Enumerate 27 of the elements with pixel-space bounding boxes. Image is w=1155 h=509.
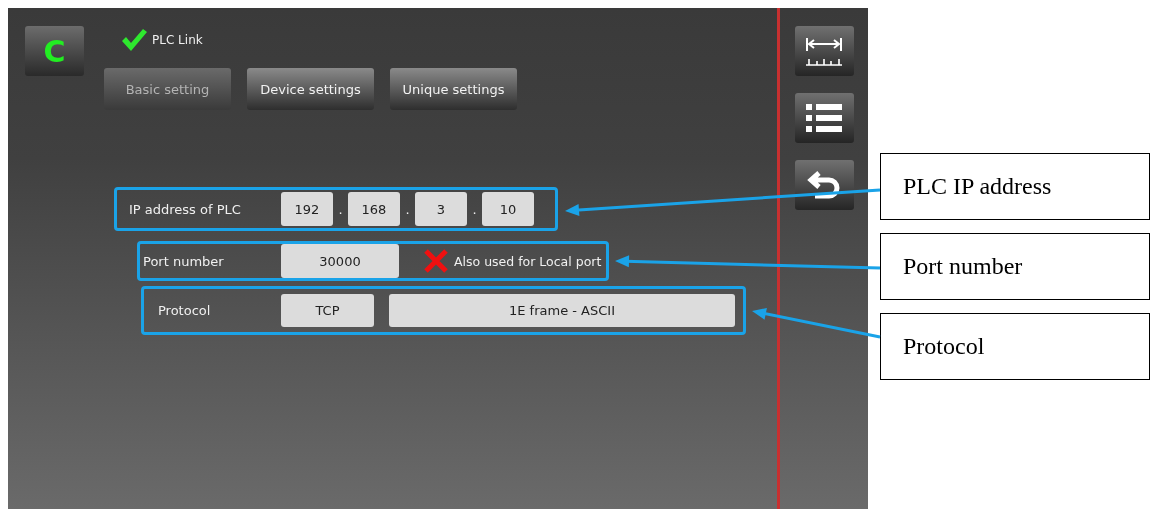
callout-label: Port number [880, 233, 1150, 300]
ip-octet-field[interactable]: 10 [482, 192, 534, 226]
ip-octet-field[interactable]: 3 [415, 192, 467, 226]
transport-button[interactable]: TCP [281, 294, 374, 327]
dot-separator: . [471, 201, 478, 217]
list-icon [806, 102, 842, 134]
callout-label: PLC IP address [880, 153, 1150, 220]
field-label: Protocol [158, 303, 212, 318]
local-port-label: Also used for Local port [454, 253, 602, 269]
settings-tab[interactable]: Unique settings [390, 68, 517, 110]
ruler-button[interactable] [794, 26, 854, 76]
back-button[interactable] [794, 160, 854, 210]
return-icon [807, 170, 841, 200]
callout-label: Protocol [880, 313, 1150, 380]
field-label: IP address of PLC [129, 201, 242, 217]
ruler-icon [804, 35, 844, 67]
frame-button[interactable]: 1E frame - ASCII [389, 294, 735, 327]
dot-separator: . [404, 201, 411, 217]
settings-tab[interactable]: Device settings [247, 68, 374, 110]
link-status-label: PLC Link [152, 33, 203, 47]
field-label: Port number [143, 253, 225, 269]
dot-separator: . [337, 201, 344, 217]
port-field[interactable]: 30000 [281, 244, 399, 278]
ip-octet-field[interactable]: 168 [348, 192, 400, 226]
ip-octet-field[interactable]: 192 [281, 192, 333, 226]
list-button[interactable] [794, 93, 854, 143]
mode-button[interactable]: C [25, 26, 84, 76]
